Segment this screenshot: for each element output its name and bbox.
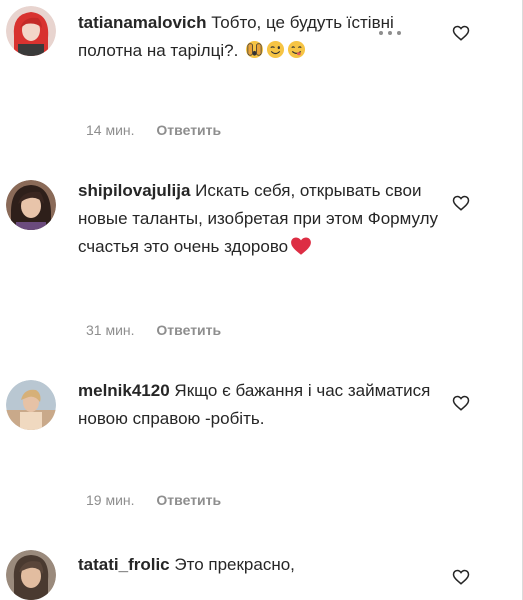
comment-time: 14 мин.: [86, 122, 135, 138]
avatar[interactable]: [6, 550, 56, 600]
avatar[interactable]: [6, 380, 56, 430]
yum-face-emoji: [287, 40, 306, 59]
comment-text: shipilovajulija Искать себя, открывать с…: [78, 177, 450, 261]
reply-button[interactable]: Ответить: [156, 322, 221, 338]
comment-body: Это прекрасно,: [174, 555, 295, 574]
reply-button[interactable]: Ответить: [156, 122, 221, 138]
hands-over-face-emoji: [245, 40, 264, 59]
comment-time: 19 мин.: [86, 492, 135, 508]
reply-button[interactable]: Ответить: [156, 492, 221, 508]
comment-meta: 31 мин. Ответить: [86, 322, 221, 338]
comment-meta: 19 мин. Ответить: [86, 492, 221, 508]
avatar[interactable]: [6, 180, 56, 230]
comment-meta: 14 мин. Ответить: [86, 122, 221, 138]
like-heart-icon[interactable]: [452, 568, 470, 586]
comment-username[interactable]: shipilovajulija: [78, 181, 190, 200]
comment-username[interactable]: melnik4120: [78, 381, 170, 400]
like-heart-icon[interactable]: [452, 24, 470, 42]
winking-face-emoji: [266, 40, 285, 59]
like-heart-icon[interactable]: [452, 394, 470, 412]
comment-username[interactable]: tatianamalovich: [78, 13, 207, 32]
comment-username[interactable]: tatati_frolic: [78, 555, 170, 574]
red-heart-emoji: [291, 237, 312, 255]
comment-time: 31 мин.: [86, 322, 135, 338]
comment-text: tatianamalovich Тобто, це будуть їстівні…: [78, 9, 450, 65]
more-options-icon[interactable]: [378, 30, 402, 36]
comments-panel: tatianamalovich Тобто, це будуть їстівні…: [0, 0, 523, 600]
comment-text: melnik4120 Якщо є бажання і час займатис…: [78, 377, 450, 433]
avatar[interactable]: [6, 6, 56, 56]
comment-text: tatati_frolic Это прекрасно,: [78, 551, 450, 579]
like-heart-icon[interactable]: [452, 194, 470, 212]
